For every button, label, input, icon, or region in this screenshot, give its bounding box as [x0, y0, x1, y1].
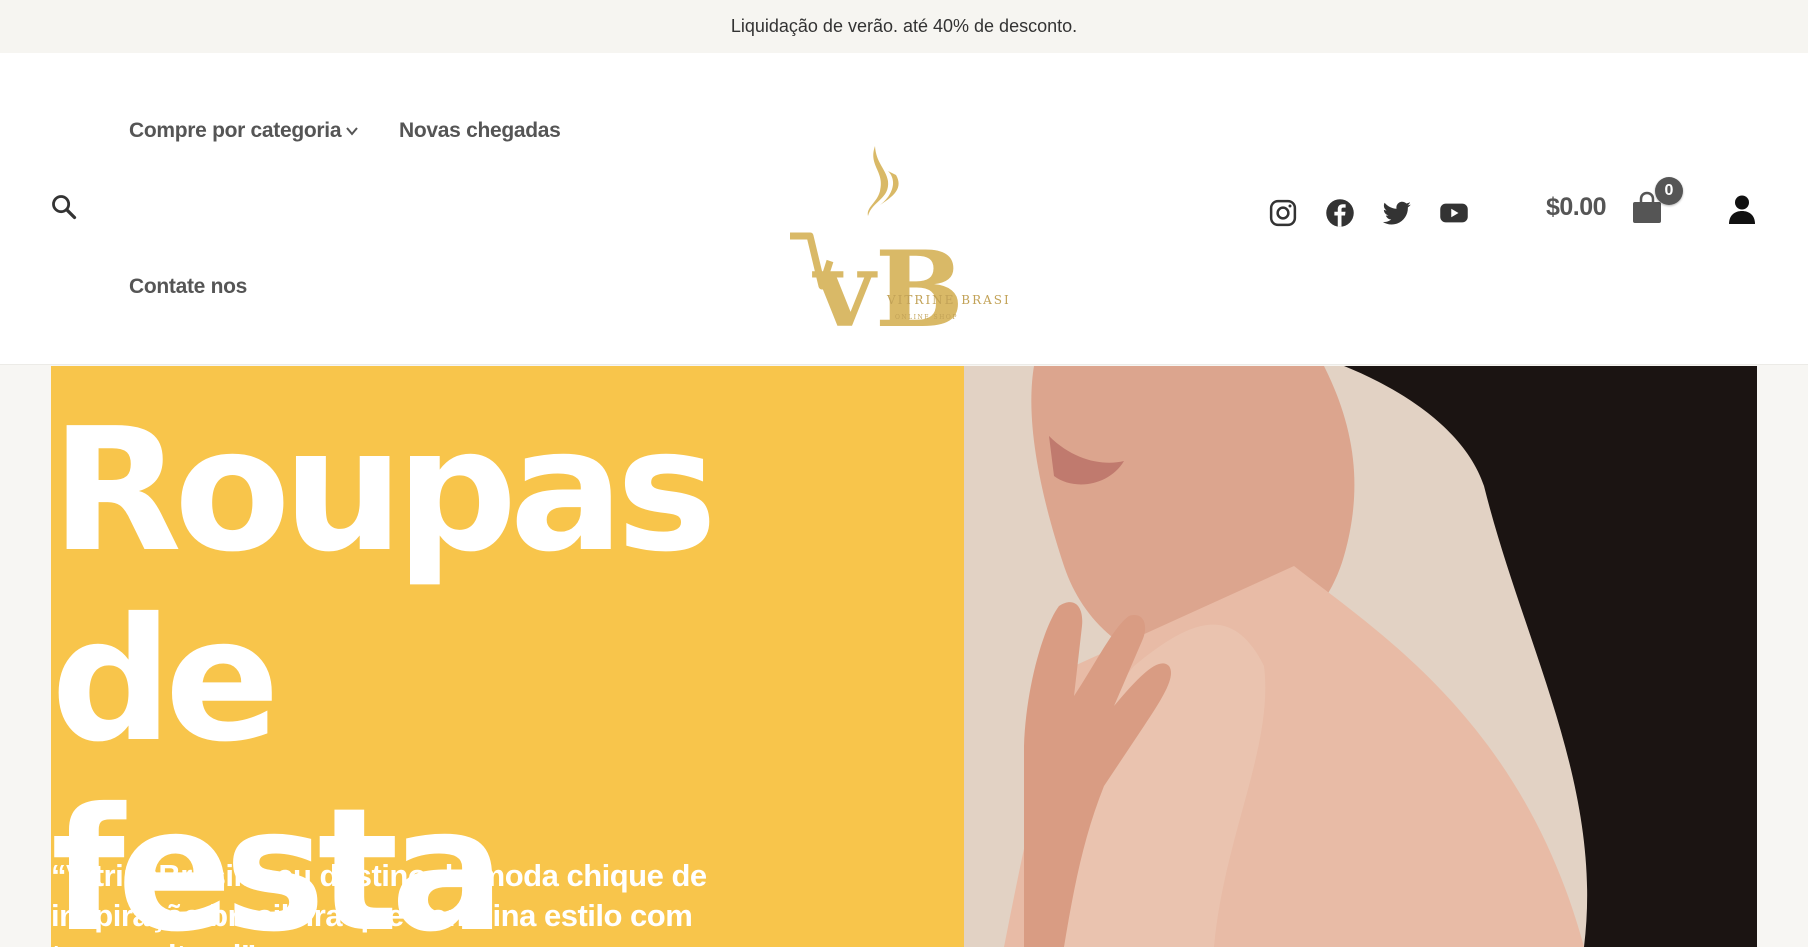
youtube-icon[interactable] — [1439, 198, 1469, 228]
user-account-icon[interactable] — [1726, 193, 1758, 225]
nav-shop-by-category-label: Compre por categoria — [129, 119, 342, 142]
hero-model-image — [964, 366, 1757, 947]
nav-contact-us[interactable]: Contate nos — [129, 275, 247, 299]
model-portrait-image — [964, 366, 1757, 947]
nav-contact-us-label: Contate nos — [129, 275, 248, 298]
announcement-text: Liquidação de verão. até 40% de desconto… — [730, 16, 1078, 36]
instagram-icon[interactable] — [1268, 198, 1298, 228]
announcement-bar: Liquidação de verão. até 40% de desconto… — [0, 0, 1808, 53]
logo-brand: VITRINE BRASIL — [886, 293, 1010, 307]
twitter-icon[interactable] — [1382, 198, 1412, 228]
nav-new-arrivals[interactable]: Novas chegadas — [399, 119, 561, 143]
site-logo[interactable]: vB VITRINE BRASIL ONLINE SHOP — [780, 141, 1010, 331]
hero-banner: Roupas de festa “VitrineBrasil: seu dest… — [51, 366, 964, 947]
cart-count-badge: 0 — [1655, 177, 1683, 205]
nav-shop-by-category[interactable]: Compre por categoria — [129, 119, 342, 143]
hero-subtitle: “VitrineBrasil: seu destino de moda chiq… — [51, 858, 707, 947]
logo-tagline: ONLINE SHOP — [895, 314, 958, 321]
site-header: Compre por categoria Novas chegadas Cont… — [0, 53, 1808, 365]
facebook-icon[interactable] — [1325, 198, 1355, 228]
hero-title-line1: Roupas de — [51, 392, 717, 780]
nav-new-arrivals-label: Novas chegadas — [399, 119, 561, 142]
cart-total[interactable]: $0.00 — [1546, 193, 1607, 222]
chevron-down-icon[interactable] — [345, 124, 359, 138]
search-icon[interactable] — [50, 193, 78, 221]
